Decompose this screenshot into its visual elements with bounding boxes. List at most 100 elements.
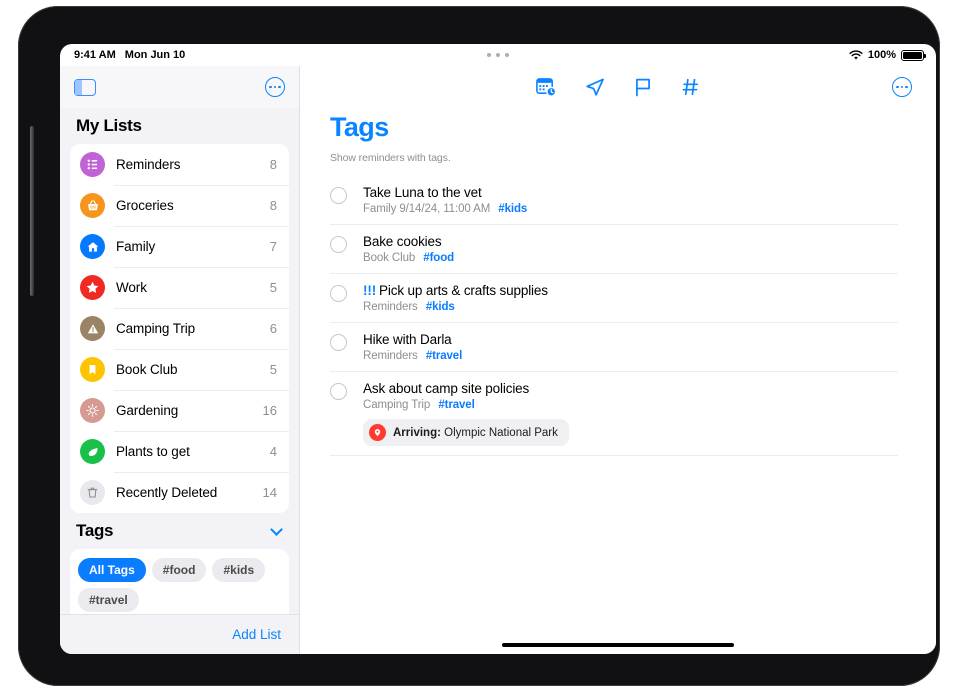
hashtag-icon[interactable] — [681, 77, 701, 98]
tag-pill-food[interactable]: #food — [151, 558, 207, 582]
status-bar-right: 100% — [849, 49, 926, 61]
location-pin-icon — [369, 424, 386, 441]
battery-percent-label: 100% — [867, 49, 896, 61]
tag-pill-kids[interactable]: #kids — [212, 558, 266, 582]
tags-card: All Tags #food #kids #travel — [70, 549, 289, 614]
reminder-checkbox[interactable] — [330, 334, 347, 351]
sidebar-item-count: 8 — [269, 157, 277, 172]
reminder-row[interactable]: Hike with Darla Reminders #travel — [330, 323, 898, 372]
sidebar-item-label: Groceries — [116, 198, 174, 213]
reminder-tag[interactable]: #kids — [426, 301, 455, 313]
sidebar-item-count: 16 — [262, 403, 277, 418]
sidebar-footer: Add List — [60, 614, 299, 654]
reminder-content: Hike with Darla Reminders #travel — [363, 332, 898, 362]
sidebar-item-count: 7 — [269, 239, 277, 254]
tag-pill-list: All Tags #food #kids #travel — [78, 558, 281, 612]
dot — [269, 85, 272, 89]
scheduled-calendar-icon[interactable] — [536, 77, 557, 98]
reminder-content: Take Luna to the vet Family 9/14/24, 11:… — [363, 185, 898, 215]
sidebar-item-label: Gardening — [116, 403, 179, 418]
reminder-tag[interactable]: #kids — [498, 203, 527, 215]
reminder-meta: Family 9/14/24, 11:00 AM #kids — [363, 203, 898, 215]
status-bar: 9:41 AM Mon Jun 10 100% — [60, 44, 936, 66]
battery-level-fill — [903, 51, 922, 59]
flag-icon[interactable] — [634, 77, 653, 98]
reminder-checkbox[interactable] — [330, 236, 347, 253]
location-badge-label: Arriving: — [393, 426, 441, 439]
main-content: Tags Show reminders with tags. Take Luna… — [300, 66, 936, 654]
content-more-options-icon[interactable] — [892, 77, 912, 97]
reminder-list-name: Reminders — [363, 350, 418, 362]
reminder-row[interactable]: Ask about camp site policies Camping Tri… — [330, 372, 898, 456]
status-date: Mon Jun 10 — [124, 49, 186, 61]
tag-pill-all-tags[interactable]: All Tags — [78, 558, 146, 582]
chevron-down-icon[interactable] — [270, 522, 283, 536]
bookmark-icon — [80, 357, 105, 382]
app-body: My Lists Reminders 8 Groceries 8 Family … — [60, 66, 936, 654]
location-badge-text: Arriving: Olympic National Park — [393, 427, 558, 439]
tent-triangle-icon — [80, 316, 105, 341]
dot — [905, 85, 908, 89]
sidebar-toggle-icon[interactable] — [74, 78, 96, 96]
tags-section-header[interactable]: Tags — [70, 513, 289, 549]
trash-icon — [80, 480, 105, 505]
dot — [278, 85, 281, 89]
dot — [273, 85, 277, 89]
sidebar-content: My Lists Reminders 8 Groceries 8 Family … — [60, 108, 299, 614]
reminder-title: Hike with Darla — [363, 332, 452, 347]
dot — [896, 85, 899, 89]
smart-list-icons — [536, 77, 701, 98]
star-icon — [80, 275, 105, 300]
reminder-list-name: Reminders — [363, 301, 418, 313]
reminder-row[interactable]: Take Luna to the vet Family 9/14/24, 11:… — [330, 176, 898, 225]
sidebar-item-groceries[interactable]: Groceries 8 — [70, 185, 289, 226]
page-title: Tags — [330, 112, 389, 142]
reminder-list: Take Luna to the vet Family 9/14/24, 11:… — [300, 176, 936, 456]
sidebar-item-plants-to-get[interactable]: Plants to get 4 — [70, 431, 289, 472]
reminder-content: Bake cookies Book Club #food — [363, 234, 898, 264]
status-time: 9:41 AM — [74, 49, 116, 61]
priority-marks: !!! — [363, 283, 377, 298]
sidebar-item-count: 6 — [269, 321, 277, 336]
multitask-dots-icon[interactable] — [487, 53, 509, 57]
my-lists-card: Reminders 8 Groceries 8 Family 7 Work 5 … — [70, 144, 289, 513]
leaf-icon — [80, 439, 105, 464]
sidebar-item-family[interactable]: Family 7 — [70, 226, 289, 267]
reminder-tag[interactable]: #food — [423, 252, 454, 264]
reminder-meta: Book Club #food — [363, 252, 898, 264]
sidebar-item-book-club[interactable]: Book Club 5 — [70, 349, 289, 390]
sidebar-item-count: 4 — [269, 444, 277, 459]
reminder-checkbox[interactable] — [330, 187, 347, 204]
sidebar-item-work[interactable]: Work 5 — [70, 267, 289, 308]
reminder-tag[interactable]: #travel — [426, 350, 462, 362]
sidebar-item-label: Camping Trip — [116, 321, 196, 336]
reminder-row[interactable]: Bake cookies Book Club #food — [330, 225, 898, 274]
reminder-meta: Camping Trip #travel — [363, 399, 898, 411]
dot — [496, 53, 500, 57]
sidebar-toolbar — [60, 66, 299, 108]
sidebar-more-options-icon[interactable] — [265, 77, 285, 97]
reminder-tag[interactable]: #travel — [438, 399, 474, 411]
add-list-button[interactable]: Add List — [232, 627, 281, 642]
reminder-checkbox[interactable] — [330, 383, 347, 400]
reminder-row[interactable]: !!! Pick up arts & crafts supplies Remind… — [330, 274, 898, 323]
location-alert-badge[interactable]: Arriving: Olympic National Park — [363, 419, 569, 446]
content-toolbar — [300, 66, 936, 108]
sidebar-item-label: Book Club — [116, 362, 178, 377]
dot — [487, 53, 491, 57]
reminder-meta: Reminders #kids — [363, 301, 898, 313]
location-arrow-icon[interactable] — [585, 77, 606, 98]
reminder-list-name: Book Club — [363, 252, 416, 264]
sidebar-item-label: Plants to get — [116, 444, 190, 459]
reminder-title: Ask about camp site policies — [363, 381, 530, 396]
content-header: Tags Show reminders with tags. — [300, 108, 936, 164]
status-bar-left: 9:41 AM Mon Jun 10 — [60, 49, 185, 61]
house-icon — [80, 234, 105, 259]
tag-pill-travel[interactable]: #travel — [78, 588, 139, 612]
reminder-checkbox[interactable] — [330, 285, 347, 302]
list-bullet-icon — [80, 152, 105, 177]
sidebar-item-reminders[interactable]: Reminders 8 — [70, 144, 289, 185]
sidebar-item-gardening[interactable]: Gardening 16 — [70, 390, 289, 431]
sidebar-item-camping-trip[interactable]: Camping Trip 6 — [70, 308, 289, 349]
sidebar-item-recently-deleted[interactable]: Recently Deleted 14 — [70, 472, 289, 513]
